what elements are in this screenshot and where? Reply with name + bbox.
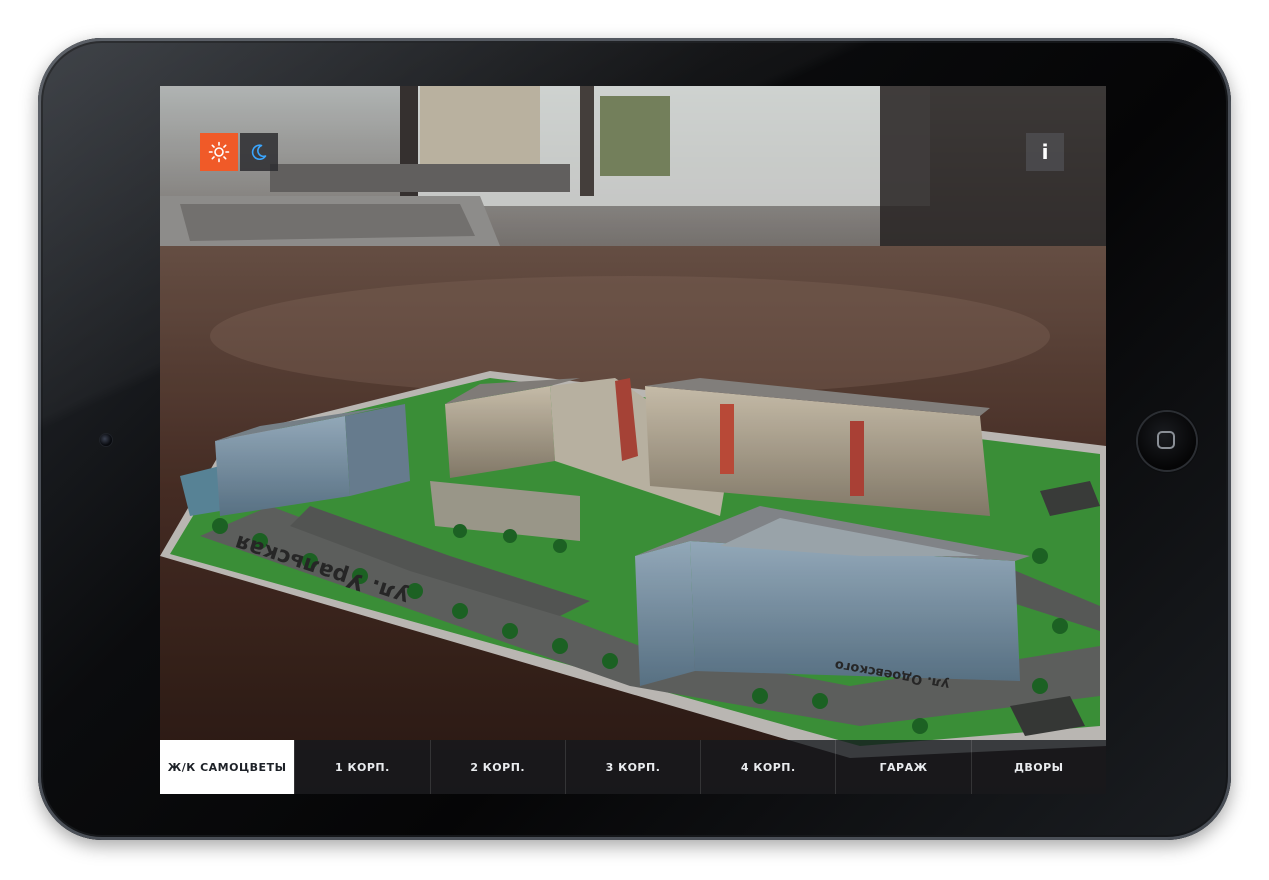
- home-square-icon: [1157, 431, 1175, 449]
- ar-scene: ул. Уральская ул. Одоевского: [160, 86, 1106, 794]
- tab-building-1[interactable]: 1 КОРП.: [294, 740, 429, 794]
- tab-yards[interactable]: ДВОРЫ: [970, 740, 1106, 794]
- tab-garage[interactable]: ГАРАЖ: [835, 740, 970, 794]
- tab-building-2[interactable]: 2 КОРП.: [429, 740, 565, 794]
- tab-bar: Ж/К САМОЦВЕТЫ 1 КОРП. 2 КОРП. 3 КОРП. 4 …: [160, 740, 1106, 794]
- moon-icon: [251, 144, 267, 160]
- sun-icon: [208, 141, 230, 163]
- day-mode-button[interactable]: [200, 133, 238, 171]
- front-camera: [100, 434, 112, 446]
- tablet-frame: ул. Уральская ул. Одоевского i Ж/К САМОЦ…: [38, 38, 1231, 840]
- vignette: [160, 86, 1106, 794]
- night-mode-button[interactable]: [240, 133, 278, 171]
- info-button[interactable]: i: [1026, 133, 1064, 171]
- tab-building-3[interactable]: 3 КОРП.: [564, 740, 700, 794]
- app-screen: ул. Уральская ул. Одоевского i Ж/К САМОЦ…: [160, 86, 1106, 794]
- home-button[interactable]: [1138, 412, 1196, 470]
- tab-complex[interactable]: Ж/К САМОЦВЕТЫ: [160, 740, 295, 794]
- tab-building-4[interactable]: 4 КОРП.: [700, 740, 835, 794]
- info-icon: i: [1041, 140, 1049, 164]
